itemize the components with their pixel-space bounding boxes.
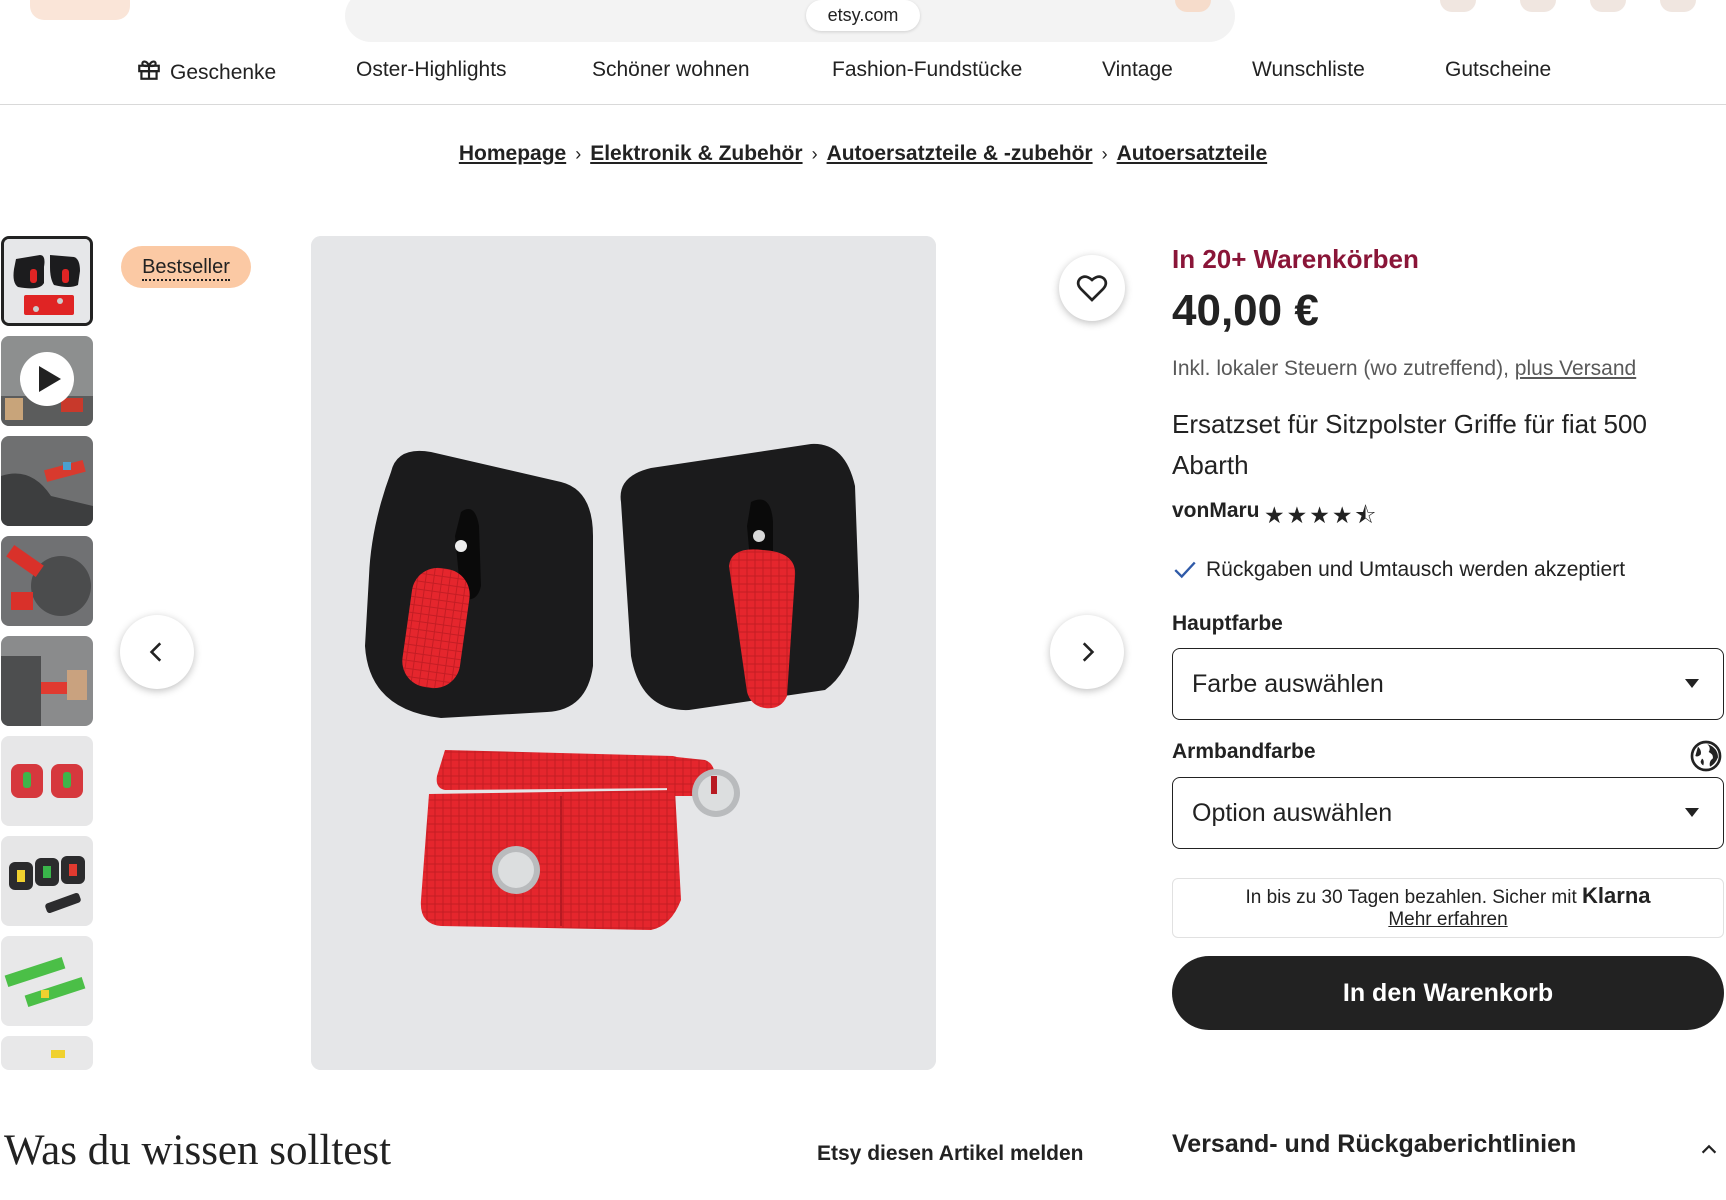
returns-note: Rückgaben und Umtausch werden akzeptiert: [1172, 556, 1625, 588]
add-to-cart-button[interactable]: In den Warenkorb: [1172, 956, 1724, 1030]
caret-down-icon: [1685, 679, 1699, 688]
nav-item-wunschliste[interactable]: Wunschliste: [1252, 56, 1365, 84]
next-image-button[interactable]: [1050, 615, 1124, 689]
breadcrumb-homepage[interactable]: Homepage: [459, 142, 566, 165]
previous-image-button[interactable]: [120, 615, 194, 689]
chevron-right-icon: ›: [1101, 144, 1108, 164]
breadcrumb-elektronik[interactable]: Elektronik & Zubehör: [590, 142, 802, 165]
nav-item-label: Geschenke: [170, 61, 277, 84]
thumbnail-6[interactable]: [1, 736, 93, 826]
option-label-hauptfarbe: Hauptfarbe: [1172, 612, 1283, 635]
option-label-armbandfarbe: Armbandfarbe: [1172, 740, 1316, 763]
thumbnail-3[interactable]: [1, 436, 93, 526]
category-nav: Geschenke Oster-Highlights Schöner wohne…: [0, 42, 1726, 105]
thumbnail-8[interactable]: [1, 936, 93, 1026]
price: 40,00 €: [1172, 286, 1319, 335]
shipping-policies-toggle[interactable]: Versand- und Rückgaberichtlinien: [1172, 1130, 1576, 1159]
chevron-right-icon: ›: [811, 144, 818, 164]
check-icon: [1172, 556, 1198, 588]
nav-item-fashion[interactable]: Fashion-Fundstücke: [832, 56, 1022, 84]
thumbnail-1[interactable]: [1, 236, 93, 326]
breadcrumb-autoersatzteile[interactable]: Autoersatzteile: [1117, 142, 1268, 165]
breadcrumb-autoersatzteile-zubehoer[interactable]: Autoersatzteile & -zubehör: [827, 142, 1093, 165]
bestseller-badge[interactable]: Bestseller: [121, 246, 251, 288]
gift-icon: [136, 56, 162, 90]
etsy-logo[interactable]: [30, 0, 130, 20]
favorite-button[interactable]: [1059, 255, 1125, 321]
thumbnail-4[interactable]: [1, 536, 93, 626]
url-pill[interactable]: etsy.com: [806, 0, 920, 31]
nav-item-oster-highlights[interactable]: Oster-Highlights: [356, 56, 507, 84]
section-title-know: Was du wissen solltest: [4, 1127, 392, 1174]
chevron-right-icon: ›: [575, 144, 582, 164]
thumbnail-video[interactable]: [1, 336, 93, 426]
thumbnail-strip: [0, 236, 94, 1070]
nav-item-vintage[interactable]: Vintage: [1102, 56, 1173, 84]
chevron-up-icon[interactable]: [1698, 1138, 1720, 1165]
thumbnail-9[interactable]: [1, 1036, 93, 1070]
klarna-learn-more-link[interactable]: Mehr erfahren: [1388, 909, 1507, 930]
search-bar[interactable]: [345, 0, 1235, 42]
notifications-icon[interactable]: [1590, 0, 1626, 12]
nav-item-schoener-wohnen[interactable]: Schöner wohnen: [592, 56, 750, 84]
heart-icon: [1076, 275, 1108, 302]
klarna-banner: In bis zu 30 Tagen bezahlen. Sicher mit …: [1172, 878, 1724, 938]
rating-stars[interactable]: ★★★★⯪: [1264, 499, 1378, 538]
shipping-link[interactable]: plus Versand: [1515, 357, 1636, 380]
main-product-image[interactable]: [311, 236, 936, 1070]
thumbnail-5[interactable]: [1, 636, 93, 726]
seller-link[interactable]: vonMaru: [1172, 499, 1260, 523]
product-title: Ersatzset für Sitzpolster Griffe für fia…: [1172, 409, 1647, 480]
nav-item-geschenke[interactable]: Geschenke: [136, 56, 276, 90]
nav-item-gutscheine[interactable]: Gutscheine: [1445, 56, 1551, 84]
breadcrumb: Homepage › Elektronik & Zubehör › Autoersatz…: [0, 140, 1726, 168]
globe-icon[interactable]: [1690, 740, 1722, 777]
account-icon[interactable]: [1440, 0, 1476, 12]
thumbnail-7[interactable]: [1, 836, 93, 926]
report-item-link[interactable]: Etsy diesen Artikel melden: [817, 1142, 1084, 1166]
carts-count: In 20+ Warenkörben: [1172, 244, 1419, 274]
klarna-logo: Klarna: [1582, 883, 1651, 908]
tax-note: Inkl. lokaler Steuern (wo zutreffend), p…: [1172, 357, 1637, 380]
armbandfarbe-select[interactable]: Option auswählen: [1172, 777, 1724, 849]
browser-top-bar: etsy.com: [0, 0, 1726, 42]
chevron-right-icon: [1082, 642, 1095, 662]
chevron-left-icon: [149, 642, 162, 662]
caret-down-icon: [1685, 808, 1699, 817]
favorites-icon[interactable]: [1520, 0, 1556, 12]
cart-icon[interactable]: [1660, 0, 1696, 12]
hauptfarbe-select[interactable]: Farbe auswählen: [1172, 648, 1724, 720]
